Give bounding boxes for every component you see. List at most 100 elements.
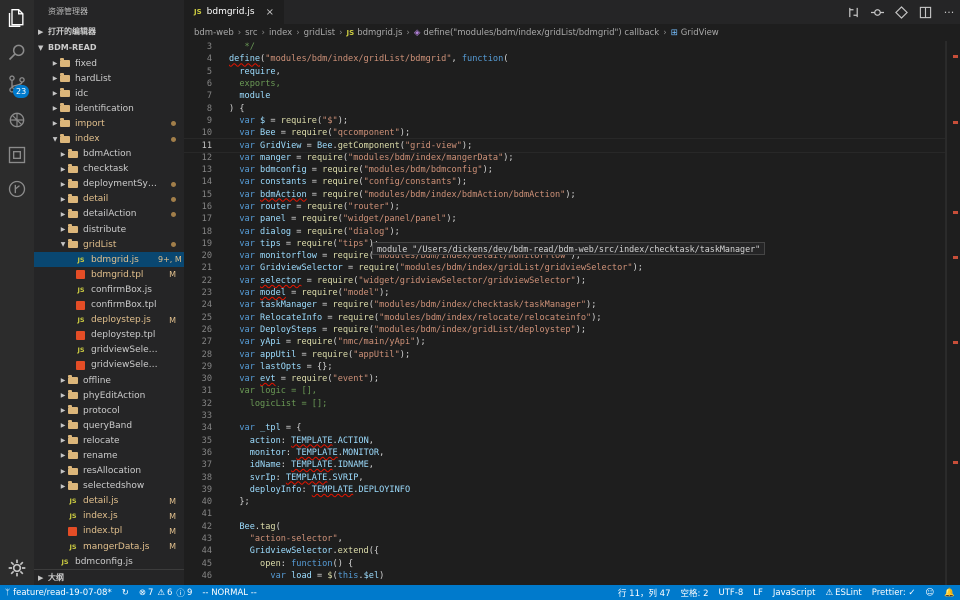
tree-item[interactable]: index.tpl M: [34, 524, 184, 539]
status-bar: ᛘ feature/read-19-07-08* ↻ ⊗ 7 ⚠ 6 ⓘ 9 -- NO…: [0, 585, 960, 600]
chevron-right-icon: ▶: [60, 226, 66, 234]
language-mode[interactable]: JavaScript: [768, 585, 821, 600]
tree-item[interactable]: bdmgrid.tpl M: [34, 267, 184, 282]
code-token: "modules/bdm/index/gridList/deploystep": [373, 324, 576, 335]
tree-item[interactable]: ▶ detail: [34, 192, 184, 207]
breadcrumb-item[interactable]: bdm-web: [194, 28, 234, 38]
chevron-right-icon: ▶: [60, 392, 66, 400]
tree-item[interactable]: ▶ deploymentSyst...: [34, 177, 184, 192]
cursor-position[interactable]: 行 11，列 47: [613, 585, 676, 600]
branch-indicator[interactable]: ᛘ feature/read-19-07-08*: [0, 585, 117, 600]
tree-item[interactable]: ▶ detailAction: [34, 207, 184, 222]
workspace-section[interactable]: ▼ BDM-READ: [34, 40, 184, 56]
code-token: );: [461, 140, 473, 151]
folder-icon: [68, 450, 78, 460]
breadcrumb-item[interactable]: define("modules/bdm/index/gridList/bdmgr…: [423, 28, 659, 38]
code-token: require: [296, 337, 333, 348]
tree-item-label: offline: [83, 375, 111, 386]
tree-item[interactable]: JS mangerData.js M: [34, 539, 184, 554]
more-actions-icon[interactable]: ···: [942, 5, 956, 19]
tree-item[interactable]: ▶ relocate: [34, 433, 184, 448]
gitlens-icon[interactable]: [5, 177, 29, 201]
tree-item[interactable]: ▶ import: [34, 116, 184, 131]
files-icon[interactable]: [5, 6, 29, 30]
breadcrumb-item[interactable]: GridView: [681, 28, 719, 38]
tree-item[interactable]: JS bdmgrid.js 9+, M: [34, 252, 184, 268]
tree-item[interactable]: ▶ fixed: [34, 56, 184, 71]
tree-item[interactable]: ▼ gridList: [34, 237, 184, 252]
tree-item[interactable]: confirmBox.tpl: [34, 298, 184, 313]
code-token: =: [322, 312, 338, 323]
close-tab-icon[interactable]: ×: [266, 7, 274, 18]
chevron-down-icon: ▼: [52, 135, 58, 143]
code-token: ) {: [229, 103, 245, 114]
split-editor-icon[interactable]: [918, 5, 932, 19]
code-line: 27 var yApi = require("nmc/main/yApi");: [184, 336, 960, 348]
folder-icon: [68, 208, 78, 218]
code-token: require: [322, 165, 359, 176]
end-of-line[interactable]: LF: [748, 585, 768, 600]
prettier-status[interactable]: Prettier: ✓: [867, 585, 921, 600]
tree-item[interactable]: ▶ checktask: [34, 162, 184, 177]
code-token: "config/constants": [363, 177, 457, 188]
tree-item[interactable]: JS bdmconfig.js: [34, 554, 184, 569]
code-token: = [];: [296, 398, 328, 409]
tree-item[interactable]: ▶ idc: [34, 86, 184, 101]
code-line: 10 var Bee = require("qccomponent");: [184, 127, 960, 139]
code-token: var: [229, 349, 261, 360]
code-token: (: [503, 54, 509, 65]
tree-item[interactable]: JS gridviewSelector.js: [34, 343, 184, 358]
tree-item[interactable]: ▼ index: [34, 131, 184, 146]
tree-item[interactable]: ▶ distribute: [34, 222, 184, 237]
tab-bdmgrid-js[interactable]: JS bdmgrid.js ×: [184, 0, 284, 24]
notifications-icon[interactable]: 🔔: [939, 585, 960, 600]
sync-button[interactable]: ↻: [117, 585, 134, 600]
encoding[interactable]: UTF-8: [713, 585, 748, 600]
open-changes-icon[interactable]: [894, 5, 908, 19]
chevron-right-icon: ▶: [60, 452, 66, 460]
open-editors-section[interactable]: ▶ 打开的编辑器: [34, 24, 184, 40]
breadcrumb-item[interactable]: src: [245, 28, 257, 38]
code-token: ,: [368, 460, 374, 471]
code-text: };: [212, 497, 249, 507]
outline-section[interactable]: ▶ 大纲: [34, 569, 184, 585]
problems-indicator[interactable]: ⊗ 7 ⚠ 6 ⓘ 9: [134, 585, 198, 600]
toggle-blame-icon[interactable]: [870, 5, 884, 19]
breadcrumb-item[interactable]: bdmgrid.js: [357, 28, 402, 38]
tree-item[interactable]: ▶ rename: [34, 448, 184, 463]
tree-item[interactable]: JS index.js M: [34, 509, 184, 524]
settings-gear-icon[interactable]: [5, 556, 29, 580]
tree-item[interactable]: ▶ resAllocation: [34, 464, 184, 479]
tree-item[interactable]: ▶ hardList: [34, 71, 184, 86]
eslint-status[interactable]: ⚠ ESLint: [821, 585, 867, 600]
code-token: =: [291, 202, 307, 212]
extensions-icon[interactable]: [5, 143, 29, 167]
tree-item[interactable]: ▶ protocol: [34, 403, 184, 418]
breadcrumb-item[interactable]: index: [269, 28, 292, 38]
tree-item[interactable]: ▶ queryBand: [34, 418, 184, 433]
tree-item[interactable]: ▶ phyEditAction: [34, 388, 184, 403]
debug-icon[interactable]: [5, 108, 29, 132]
tree-item[interactable]: ▶ offline: [34, 373, 184, 388]
tree-item[interactable]: ▶ bdmAction: [34, 147, 184, 162]
vertical-scrollbar[interactable]: [946, 41, 960, 585]
code-token: "qccomponent": [332, 128, 400, 139]
code-token: );: [389, 202, 400, 212]
tree-item[interactable]: deploystep.tpl: [34, 328, 184, 343]
code-line: 40 };: [184, 496, 960, 508]
tree-item[interactable]: JS deploystep.js M: [34, 313, 184, 328]
tree-item-label: phyEditAction: [83, 390, 146, 401]
indentation[interactable]: 空格: 2: [676, 585, 714, 600]
tree-item[interactable]: ▶ identification: [34, 101, 184, 116]
code-token: =: [285, 288, 302, 299]
search-icon[interactable]: [5, 40, 29, 64]
code-editor[interactable]: 3 */4 define("modules/bdm/index/gridList/…: [184, 41, 960, 585]
tree-item[interactable]: JS confirmBox.js: [34, 282, 184, 297]
breadcrumb-item[interactable]: gridList: [304, 28, 336, 38]
tree-item[interactable]: ▶ selectedshow: [34, 479, 184, 494]
feedback-icon[interactable]: ☺: [921, 585, 940, 600]
compare-icon[interactable]: [846, 5, 860, 19]
tree-item[interactable]: JS detail.js M: [34, 494, 184, 509]
tree-item-label: deploymentSyst...: [83, 179, 158, 190]
tree-item[interactable]: gridviewSelector.tpl: [34, 358, 184, 373]
